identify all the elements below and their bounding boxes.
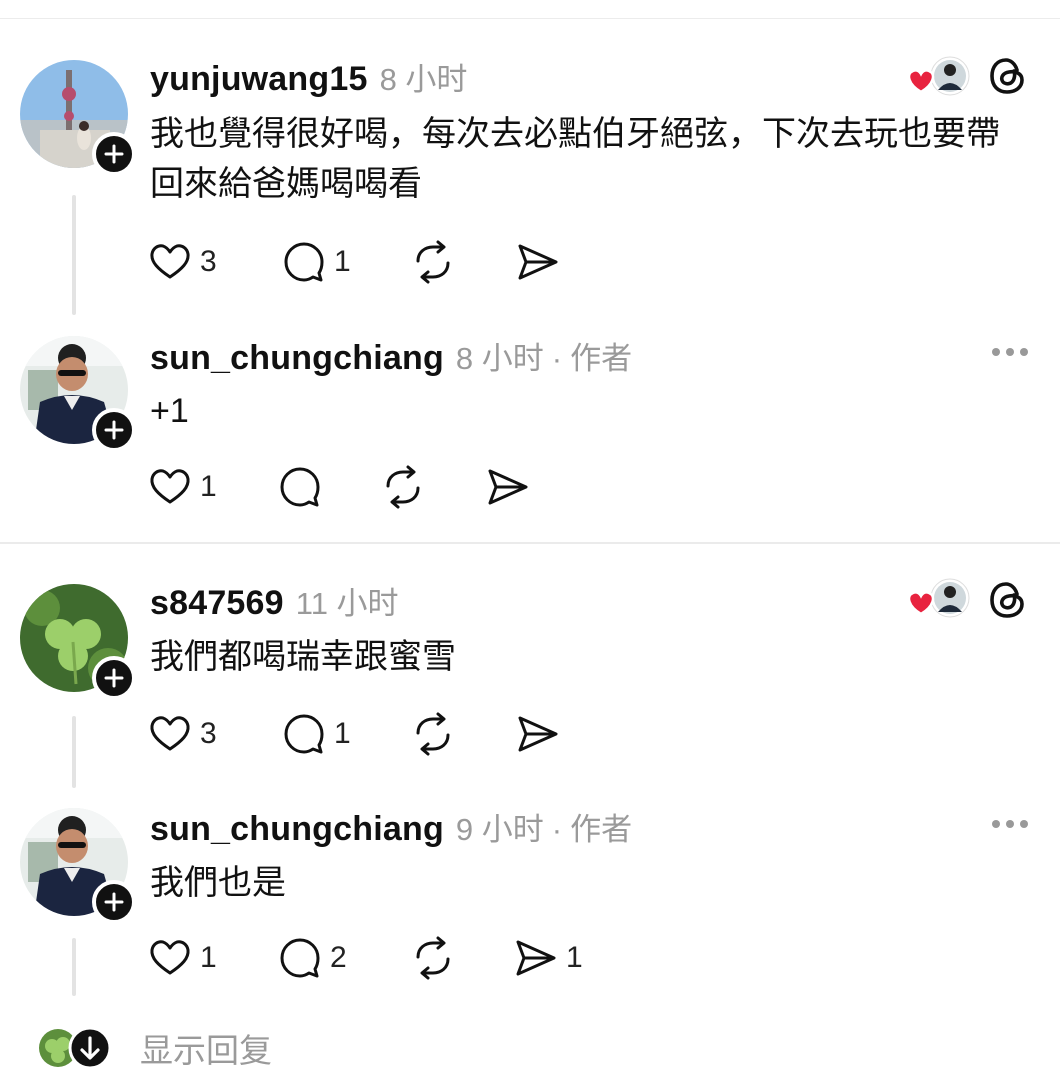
reply-count: 1 xyxy=(334,717,351,750)
thread-connector-line xyxy=(72,195,76,315)
show-replies-label: 显示回复 xyxy=(140,1032,272,1069)
threads-logo-icon[interactable] xyxy=(986,578,1030,622)
comment-bubble-icon xyxy=(280,467,320,507)
repost-button[interactable] xyxy=(380,463,426,511)
heart-icon xyxy=(150,716,190,751)
follow-button[interactable] xyxy=(92,132,136,176)
comment-header: yunjuwang15 8 小时 xyxy=(150,54,467,99)
comment-bubble-icon xyxy=(284,242,324,282)
plus-icon xyxy=(104,668,124,688)
like-count: 1 xyxy=(200,470,217,503)
send-button[interactable]: 1 xyxy=(514,934,583,982)
reply-avatars xyxy=(39,1026,112,1070)
reply-count: 2 xyxy=(330,941,347,974)
follow-button[interactable] xyxy=(92,408,136,452)
like-count: 3 xyxy=(200,717,217,750)
send-icon xyxy=(516,940,556,976)
repost-button[interactable] xyxy=(410,238,456,286)
heart-icon xyxy=(150,244,190,279)
comment-bubble-icon xyxy=(284,714,324,754)
repost-icon xyxy=(416,240,450,284)
send-button[interactable] xyxy=(486,463,530,511)
plus-icon xyxy=(104,144,124,164)
username[interactable]: s847569 xyxy=(150,584,284,623)
username[interactable]: sun_chungchiang xyxy=(150,339,444,378)
comment-header: s847569 11 小时 xyxy=(150,578,399,623)
thread-connector-line xyxy=(72,716,76,788)
timestamp: 8 小时 xyxy=(455,341,544,376)
send-button[interactable] xyxy=(516,238,560,286)
reply-button[interactable]: 2 xyxy=(278,934,347,982)
liked-by-author-indicator xyxy=(904,56,970,100)
heart-icon xyxy=(150,940,190,975)
like-count: 1 xyxy=(200,941,217,974)
timestamp: 11 小时 xyxy=(295,586,399,621)
repost-icon xyxy=(416,936,450,980)
like-button[interactable]: 3 xyxy=(148,238,217,286)
more-dots-icon[interactable] xyxy=(992,348,1028,356)
author-label: 作者 xyxy=(570,341,633,376)
comment-text: +1 xyxy=(150,392,189,430)
follow-button[interactable] xyxy=(92,656,136,700)
plus-icon xyxy=(104,420,124,440)
reply-button[interactable]: 1 xyxy=(282,710,351,758)
username[interactable]: yunjuwang15 xyxy=(150,60,368,99)
author-label: 作者 xyxy=(570,812,633,847)
section-divider xyxy=(0,542,1060,544)
heart-icon xyxy=(907,591,935,616)
repost-button[interactable] xyxy=(410,710,456,758)
send-icon xyxy=(518,244,558,280)
username[interactable]: sun_chungchiang xyxy=(150,810,444,849)
repost-icon xyxy=(386,465,420,509)
like-button[interactable]: 1 xyxy=(148,463,217,511)
plus-icon xyxy=(104,892,124,912)
send-icon xyxy=(488,469,528,505)
like-button[interactable]: 1 xyxy=(148,934,217,982)
comment-text: 我也覺得很好喝，每次去必點伯牙絕弦，下次去玩也要帶回來給爸媽喝喝看 xyxy=(150,115,1000,203)
follow-button[interactable] xyxy=(92,880,136,924)
repost-icon xyxy=(416,712,450,756)
like-button[interactable]: 3 xyxy=(148,710,217,758)
liked-by-author-indicator xyxy=(904,578,970,622)
send-button[interactable] xyxy=(516,710,560,758)
like-count: 3 xyxy=(200,245,217,278)
comment-text: 我們也是 xyxy=(150,864,286,902)
threads-logo-icon[interactable] xyxy=(986,54,1030,98)
comment-text: 我們都喝瑞幸跟蜜雪 xyxy=(150,638,456,676)
timestamp: 8 小时 xyxy=(379,62,468,97)
more-dots-icon[interactable] xyxy=(992,820,1028,828)
comment-bubble-icon xyxy=(280,938,320,978)
share-count: 1 xyxy=(566,941,583,974)
show-replies-button[interactable]: 显示回复 xyxy=(36,1024,272,1072)
reply-count: 1 xyxy=(334,245,351,278)
heart-icon xyxy=(907,69,935,94)
heart-icon xyxy=(150,469,190,504)
reply-button[interactable]: 1 xyxy=(282,238,351,286)
dot-separator: · xyxy=(551,341,563,376)
comment-header: sun_chungchiang 9 小时 · 作者 xyxy=(150,804,632,849)
reply-button[interactable] xyxy=(278,463,322,511)
comment-header: sun_chungchiang 8 小时 · 作者 xyxy=(150,333,632,378)
top-divider xyxy=(0,18,1060,19)
thread-connector-line xyxy=(72,938,76,996)
repost-button[interactable] xyxy=(410,934,456,982)
dot-separator: · xyxy=(551,812,563,847)
timestamp: 9 小时 xyxy=(455,812,544,847)
send-icon xyxy=(518,716,558,752)
